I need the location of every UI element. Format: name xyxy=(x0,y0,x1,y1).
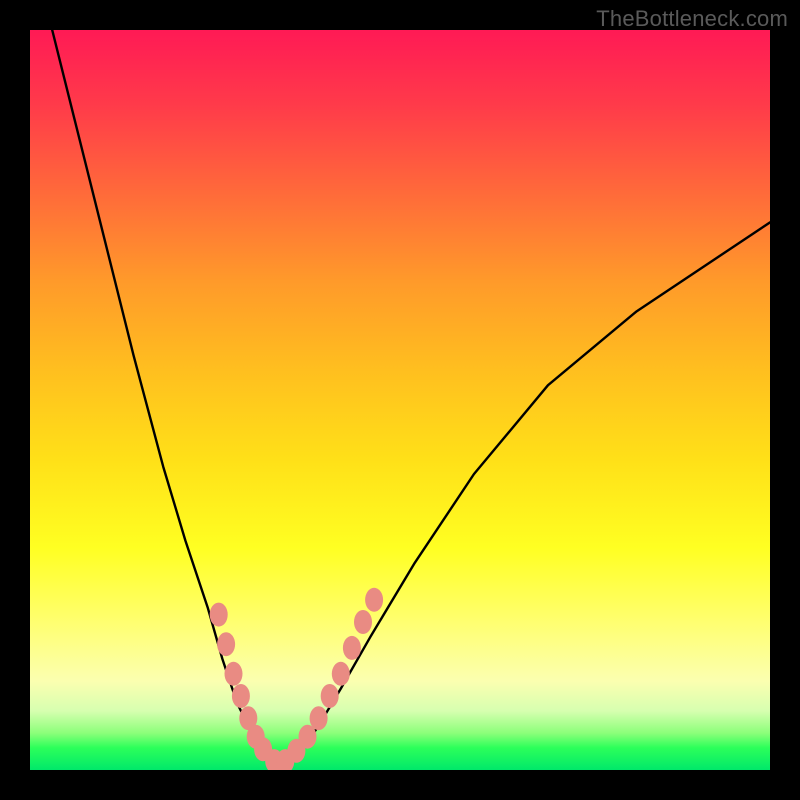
chart-plot-area xyxy=(30,30,770,770)
marker-bead xyxy=(343,636,361,660)
marker-bead xyxy=(365,588,383,612)
marker-bead xyxy=(217,632,235,656)
marker-bead xyxy=(210,603,228,627)
chart-svg xyxy=(30,30,770,770)
curve-line xyxy=(52,30,770,764)
watermark-text: TheBottleneck.com xyxy=(596,6,788,32)
marker-bead xyxy=(232,684,250,708)
marker-bead xyxy=(310,706,328,730)
marker-bead xyxy=(354,610,372,634)
marker-bead xyxy=(321,684,339,708)
marker-bead xyxy=(332,662,350,686)
marker-bead xyxy=(225,662,243,686)
